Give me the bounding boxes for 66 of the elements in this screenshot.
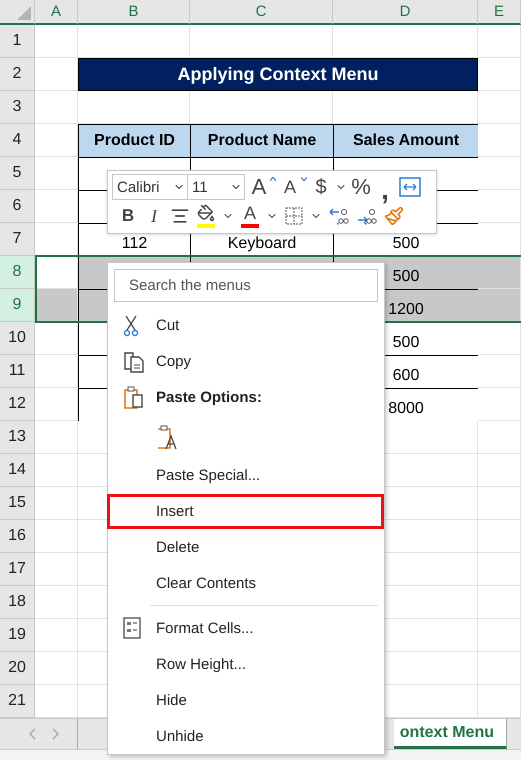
selected-cell[interactable] bbox=[35, 289, 78, 322]
format-painter-icon[interactable] bbox=[384, 206, 404, 226]
row-header[interactable]: 1 bbox=[0, 25, 35, 58]
selected-cell[interactable] bbox=[478, 289, 521, 322]
row-header[interactable]: 17 bbox=[0, 553, 35, 586]
fill-color-button[interactable] bbox=[196, 203, 216, 229]
selected-cell[interactable] bbox=[478, 256, 521, 289]
row-header[interactable]: 12 bbox=[0, 388, 35, 421]
scissors-icon bbox=[123, 314, 139, 337]
borders-icon[interactable] bbox=[284, 206, 304, 226]
column-header[interactable]: C bbox=[190, 0, 333, 25]
column-heading: Product ID bbox=[78, 124, 191, 158]
grow-font-button[interactable]: A bbox=[249, 174, 276, 200]
row-header[interactable]: 14 bbox=[0, 454, 35, 487]
row-header[interactable]: 16 bbox=[0, 520, 35, 553]
shrink-font-button[interactable]: A bbox=[280, 174, 307, 200]
active-cell[interactable] bbox=[35, 256, 78, 289]
clipboard-icon bbox=[123, 386, 145, 410]
scroll-right-icon[interactable] bbox=[52, 728, 60, 740]
row-header[interactable]: 10 bbox=[0, 322, 35, 355]
row-header[interactable]: 4 bbox=[0, 124, 35, 157]
column-header[interactable]: D bbox=[333, 0, 478, 25]
menu-item[interactable]: Clear Contents bbox=[107, 565, 384, 602]
currency-button[interactable]: $ bbox=[311, 174, 331, 200]
row-header[interactable]: 9 bbox=[0, 289, 35, 322]
sheet-title: Applying Context Menu bbox=[78, 58, 478, 91]
column-heading: Sales Amount bbox=[333, 124, 479, 158]
column-heading: Product Name bbox=[190, 124, 334, 158]
scroll-left-icon[interactable] bbox=[28, 728, 36, 740]
menu-item[interactable]: Format Cells... bbox=[107, 610, 384, 646]
font-name-value: Calibri bbox=[117, 178, 160, 196]
row-header[interactable]: 8 bbox=[0, 256, 35, 289]
menu-item[interactable]: Delete bbox=[107, 529, 384, 566]
column-header[interactable]: A bbox=[35, 0, 78, 25]
row-header[interactable]: 20 bbox=[0, 652, 35, 685]
column-header[interactable]: B bbox=[78, 0, 190, 25]
row-header[interactable]: 13 bbox=[0, 421, 35, 454]
caret-icon bbox=[270, 177, 276, 181]
row-header[interactable]: 2 bbox=[0, 58, 35, 91]
row-header[interactable]: 5 bbox=[0, 157, 35, 190]
font-name-field[interactable]: Calibri bbox=[112, 174, 188, 200]
font-size-value: 11 bbox=[192, 178, 208, 196]
row-header[interactable]: 11 bbox=[0, 355, 35, 388]
copy-icon bbox=[123, 350, 145, 373]
row-header[interactable]: 15 bbox=[0, 487, 35, 520]
column-header[interactable]: E bbox=[478, 0, 521, 25]
percent-button[interactable]: % bbox=[351, 174, 371, 200]
format-cells-icon bbox=[123, 617, 141, 640]
row-header[interactable]: 19 bbox=[0, 619, 35, 652]
search-field[interactable]: Search the menus bbox=[114, 269, 378, 302]
menu-item[interactable]: Paste Special... bbox=[107, 458, 384, 494]
menu-item[interactable]: Hide bbox=[107, 682, 384, 718]
sheet-tab[interactable]: ontext Menu bbox=[394, 719, 507, 750]
font-size-field[interactable]: 11 bbox=[187, 174, 245, 200]
paste-options-heading: Paste Options: bbox=[156, 389, 262, 406]
row-header[interactable]: 6 bbox=[0, 190, 35, 223]
menu-item[interactable]: Row Height... bbox=[107, 646, 384, 682]
menu-item[interactable]: Unhide bbox=[107, 718, 384, 754]
wrap-text-icon[interactable] bbox=[399, 176, 421, 198]
menu-item[interactable]: Insert bbox=[107, 494, 384, 530]
row-header[interactable]: 7 bbox=[0, 223, 35, 256]
select-all-icon[interactable] bbox=[17, 6, 31, 20]
row-header[interactable]: 3 bbox=[0, 91, 35, 124]
caret-icon bbox=[301, 177, 307, 181]
row-header[interactable]: 21 bbox=[0, 685, 35, 718]
row-header[interactable]: 18 bbox=[0, 586, 35, 619]
